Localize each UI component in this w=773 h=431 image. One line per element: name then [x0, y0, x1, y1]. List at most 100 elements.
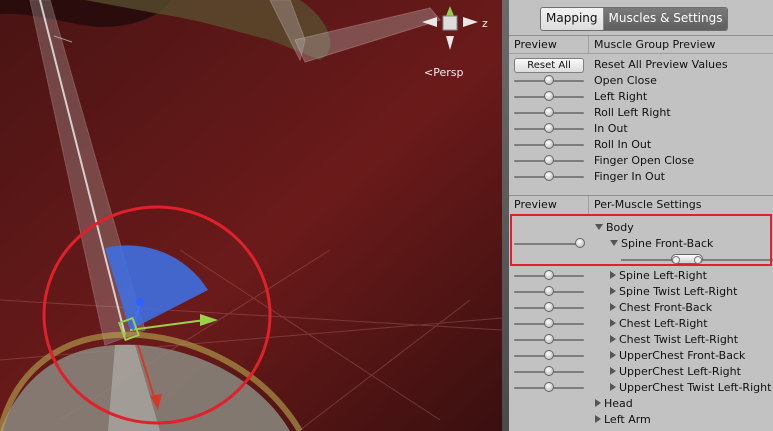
muscle-row[interactable]: Chest Twist Left-Right [509, 332, 773, 348]
preview-slider[interactable] [514, 238, 585, 248]
muscle-row[interactable]: Spine Twist Left-Right [509, 284, 773, 300]
slider-knob[interactable] [544, 270, 554, 280]
preview-slider[interactable] [514, 91, 584, 101]
muscle-row[interactable]: Chest Left-Right [509, 316, 773, 332]
caret-down-icon[interactable] [610, 240, 618, 246]
slider-knob[interactable] [544, 171, 554, 181]
panel-divider[interactable] [502, 0, 509, 431]
muscle-row[interactable]: UpperChest Left-Right [509, 364, 773, 380]
tree-item-left-arm[interactable]: Left Arm [509, 412, 773, 428]
muscle-group-label: Open Close [594, 74, 657, 87]
muscle-group-label: Left Right [594, 90, 648, 103]
inspector-tabs: Mapping Muscles & Settings [540, 7, 729, 31]
slider-knob[interactable] [544, 155, 554, 165]
caret-right-icon[interactable] [610, 383, 616, 391]
gizmo-center-cube[interactable] [442, 15, 458, 31]
preview-column-header: Preview [514, 38, 557, 51]
reset-all-label: Reset All Preview Values [594, 58, 728, 71]
muscle-row[interactable]: UpperChest Front-Back [509, 348, 773, 364]
preview-slider[interactable] [514, 155, 584, 165]
preview-slider[interactable] [514, 366, 584, 376]
muscle-group-row: Left Right [509, 89, 773, 105]
preview-slider[interactable] [514, 286, 584, 296]
muscle-label: Chest Left-Right [619, 317, 708, 330]
scene-canvas[interactable] [0, 0, 502, 431]
muscle-group-row: Open Close [509, 73, 773, 89]
caret-right-icon[interactable] [610, 287, 616, 295]
slider-knob[interactable] [544, 382, 554, 392]
reset-all-button[interactable]: Reset All [514, 58, 584, 73]
tree-item-head[interactable]: Head [509, 396, 773, 412]
slider-knob[interactable] [575, 238, 585, 248]
reset-row: Reset All Reset All Preview Values [509, 57, 773, 73]
slider-knob[interactable] [544, 75, 554, 85]
preview-slider[interactable] [514, 123, 584, 133]
chevron-left-icon: < [424, 66, 434, 79]
slider-knob[interactable] [544, 139, 554, 149]
scene-viewport[interactable]: z <Persp [0, 0, 502, 431]
muscle-row[interactable]: Spine Left-Right [509, 268, 773, 284]
preview-slider[interactable] [514, 139, 584, 149]
caret-right-icon[interactable] [610, 351, 616, 359]
per-muscle-header: Preview Per-Muscle Settings [509, 196, 773, 213]
muscle-label: UpperChest Twist Left-Right [619, 381, 772, 394]
caret-down-icon[interactable] [595, 224, 603, 230]
muscle-label: UpperChest Front-Back [619, 349, 746, 362]
muscle-group-header: Preview Muscle Group Preview [509, 36, 773, 54]
tree-item-body[interactable]: Body [509, 220, 773, 236]
preview-column-header: Preview [514, 198, 557, 211]
projection-label: Persp [433, 66, 464, 79]
muscle-group-label: In Out [594, 122, 628, 135]
preview-slider[interactable] [514, 350, 584, 360]
range-handle[interactable] [671, 254, 703, 264]
slider-knob[interactable] [544, 123, 554, 133]
slider-knob[interactable] [544, 286, 554, 296]
muscle-group-row: Roll Left Right [509, 105, 773, 121]
muscle-label: Spine Left-Right [619, 269, 707, 282]
slider-knob[interactable] [544, 107, 554, 117]
preview-slider[interactable] [514, 270, 584, 280]
caret-right-icon[interactable] [595, 415, 601, 423]
muscle-group-label: Finger Open Close [594, 154, 695, 167]
preview-slider[interactable] [514, 318, 584, 328]
slider-knob[interactable] [544, 318, 554, 328]
preview-slider[interactable] [514, 302, 584, 312]
muscle-group-label: Roll Left Right [594, 106, 671, 119]
caret-right-icon[interactable] [610, 319, 616, 327]
preview-slider[interactable] [514, 171, 584, 181]
caret-right-icon[interactable] [610, 271, 616, 279]
slider-knob[interactable] [544, 91, 554, 101]
tab-muscles-settings[interactable]: Muscles & Settings [603, 8, 728, 30]
column-divider [588, 36, 589, 54]
projection-toggle[interactable]: <Persp [424, 66, 463, 79]
preview-slider[interactable] [514, 382, 584, 392]
muscle-group-row: Finger Open Close [509, 153, 773, 169]
muscle-group-row: Finger In Out [509, 169, 773, 185]
group-label: Left Arm [604, 413, 651, 426]
preview-slider[interactable] [514, 107, 584, 117]
body-label: Body [606, 221, 634, 234]
preview-slider[interactable] [514, 334, 584, 344]
muscle-group-row: In Out [509, 121, 773, 137]
preview-slider[interactable] [514, 75, 584, 85]
muscle-row[interactable]: Chest Front-Back [509, 300, 773, 316]
muscle-row[interactable]: UpperChest Twist Left-Right [509, 380, 773, 396]
muscle-label: Chest Front-Back [619, 301, 713, 314]
slider-knob[interactable] [544, 334, 554, 344]
caret-right-icon[interactable] [610, 367, 616, 375]
caret-right-icon[interactable] [610, 303, 616, 311]
muscle-group-label: Roll In Out [594, 138, 652, 151]
per-muscle-title: Per-Muscle Settings [594, 198, 702, 211]
caret-right-icon[interactable] [595, 399, 601, 407]
muscle-range-row [509, 252, 773, 268]
selected-muscle-row[interactable]: Spine Front-Back [509, 236, 773, 252]
avatar-inspector-panel: Mapping Muscles & Settings Preview Muscl… [509, 0, 773, 431]
slider-knob[interactable] [544, 366, 554, 376]
gizmo-z-label: z [482, 17, 488, 30]
tab-mapping[interactable]: Mapping [541, 8, 604, 30]
blue-handle-icon[interactable] [136, 298, 144, 306]
slider-knob[interactable] [544, 302, 554, 312]
muscle-range-slider[interactable] [621, 254, 773, 264]
caret-right-icon[interactable] [610, 335, 616, 343]
slider-knob[interactable] [544, 350, 554, 360]
